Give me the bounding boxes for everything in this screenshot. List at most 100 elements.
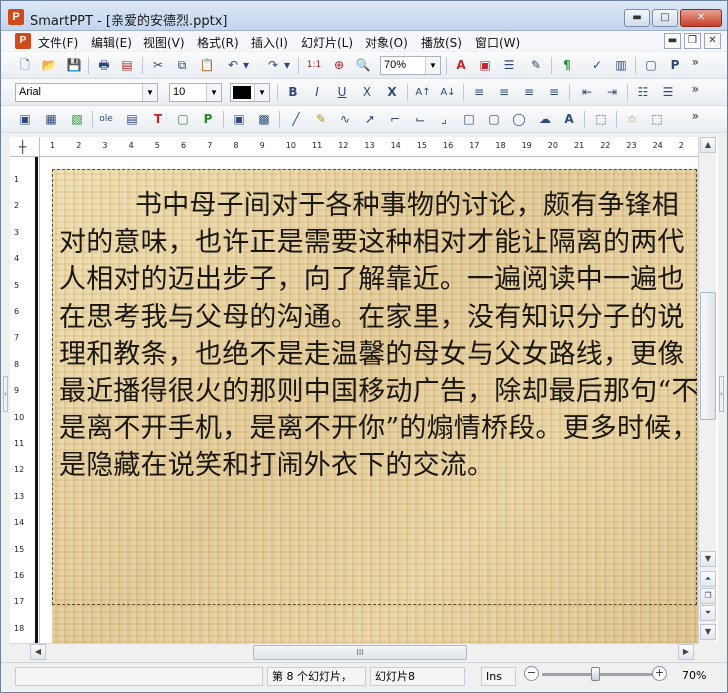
status-insert-mode[interactable]: Ins [481,667,516,686]
horizontal-ruler[interactable]: 1 2 3 4 5 6 7 8 9 10 11 12 13 14 15 16 17 18 19 20 21 22 23 24 2 [40,137,698,157]
p-frame-icon[interactable]: P [665,56,685,75]
pilcrow-icon[interactable]: ¶ [557,56,577,75]
page-up-icon[interactable]: ⏶ [700,571,716,587]
zoom-select[interactable]: 70% ▼ [380,56,441,75]
cut-icon[interactable]: ✂ [148,56,168,75]
strikethrough-icon[interactable]: X [357,83,377,102]
underline-icon[interactable]: U [332,83,352,102]
zoom-out-button[interactable]: − [524,666,539,681]
italic-icon[interactable]: I [307,83,327,102]
autoshape-icon[interactable]: ☁ [535,110,555,129]
menu-view[interactable]: 视图(V) [143,34,185,51]
vertical-scrollbar[interactable]: ▲ ▼ ⏶ ❐ ⏷ ▼ [698,137,716,643]
frame-icon[interactable]: ▢ [641,56,661,75]
indent-icon[interactable]: ⇥ [602,83,622,102]
redo-dropdown-icon[interactable]: ▾ [282,56,292,75]
menu-insert[interactable]: 插入(I) [251,34,288,51]
menu-play[interactable]: 播放(S) [421,34,462,51]
mdi-minimize-button[interactable]: ▬ [664,33,681,49]
zoom-in-button[interactable]: + [652,666,667,681]
elbow-connector-icon[interactable]: ⌙ [410,110,430,129]
list-icon[interactable]: ☰ [499,56,519,75]
more-shapes-icon[interactable]: ⬚ [647,110,667,129]
font-name-select[interactable]: Arial ▼ [15,83,158,102]
document-icon[interactable]: P [15,33,31,49]
align-center-icon[interactable]: ≡ [494,83,514,102]
format-painter-icon[interactable]: ✎ [526,56,546,75]
slide-size-icon[interactable]: 1:1 [304,56,324,75]
bullets-icon[interactable]: ☷ [633,83,653,102]
grow-font-icon[interactable]: A↑ [413,83,433,102]
find-icon[interactable]: 🔍 [353,56,373,75]
align-right-icon[interactable]: ≡ [519,83,539,102]
justify-icon[interactable]: ≡ [544,83,564,102]
export-pdf-icon[interactable]: ▤ [117,56,137,75]
shrink-font-icon[interactable]: A↓ [438,83,458,102]
slide-view-icon[interactable]: ❐ [700,588,716,604]
toolbar-more-icon[interactable]: » [692,82,699,96]
text-color-icon[interactable]: A [451,56,471,75]
star-icon[interactable]: ☆ [622,110,642,129]
minimize-button[interactable]: ▬ [624,9,650,27]
scroll-left-icon[interactable]: ◀ [30,644,46,660]
insert-clip-icon[interactable]: ▩ [254,110,274,129]
undo-icon[interactable]: ↶ [223,56,243,75]
print-icon[interactable]: 🖶 [94,56,114,75]
mdi-restore-button[interactable]: ❐ [684,33,701,49]
toolbar-more-icon[interactable]: » [692,109,699,123]
zoom-tool-icon[interactable]: ⊕ [329,56,349,75]
mdi-close-button[interactable]: ✕ [704,33,721,49]
new-file-icon[interactable]: 🗋 [15,56,35,75]
insert-ole-icon[interactable]: ole [96,110,116,129]
double-strike-icon[interactable]: X [382,83,402,102]
right-pane-grip-icon[interactable]: › [719,376,724,412]
horizontal-scrollbar[interactable]: ◀ III ▶ [10,643,698,660]
scroll-bottom-icon[interactable]: ▼ [700,624,716,640]
curve-icon[interactable]: ∿ [335,110,355,129]
insert-table-icon[interactable]: ▣ [15,110,35,129]
copy-icon[interactable]: ⧉ [172,56,192,75]
font-size-select[interactable]: 10 ▼ [169,83,222,102]
numbering-icon[interactable]: ☰ [658,83,678,102]
arrow-icon[interactable]: ➚ [360,110,380,129]
scroll-down-icon[interactable]: ▼ [700,551,716,567]
insert-media-icon[interactable]: ▣ [229,110,249,129]
insert-frame-icon[interactable]: ▢ [173,110,193,129]
menu-edit[interactable]: 编辑(E) [91,34,132,51]
save-icon[interactable]: 💾 [64,56,84,75]
line-icon[interactable]: ╱ [286,110,306,129]
wordart-icon[interactable]: A [559,110,579,129]
font-color-select[interactable]: ▼ [230,83,270,102]
outdent-icon[interactable]: ⇤ [577,83,597,102]
menu-slide[interactable]: 幻灯片(L) [301,34,353,51]
page-down-icon[interactable]: ⏷ [700,605,716,621]
toolbar-more-icon[interactable]: » [692,55,699,69]
menu-object[interactable]: 对象(O) [365,34,408,51]
scroll-up-icon[interactable]: ▲ [700,137,716,153]
scroll-right-icon[interactable]: ▶ [678,644,694,660]
rounded-rectangle-icon[interactable]: ▢ [484,110,504,129]
horizontal-scroll-thumb[interactable]: III [253,645,467,660]
rectangle-icon[interactable]: □ [459,110,479,129]
zoom-slider-thumb[interactable] [591,667,601,681]
menu-window[interactable]: 窗口(W) [475,34,520,51]
group-icon[interactable]: ⬚ [591,110,611,129]
close-button[interactable]: ✕ [680,9,722,27]
open-folder-icon[interactable]: 📂 [39,56,59,75]
connector-icon[interactable]: ⌐ [385,110,405,129]
zoom-slider-track[interactable] [542,673,660,676]
menu-format[interactable]: 格式(R) [197,34,239,51]
bold-icon[interactable]: B [283,83,303,102]
redo-icon[interactable]: ↷ [263,56,283,75]
chart-icon[interactable]: ▥ [611,56,631,75]
paste-icon[interactable]: 📋 [197,56,217,75]
left-pane-grip-icon[interactable]: ‹ [3,376,8,412]
insert-p-icon[interactable]: P [198,110,218,129]
ellipse-icon[interactable]: ◯ [509,110,529,129]
align-left-icon[interactable]: ≡ [469,83,489,102]
slide-body-text[interactable]: 书中母子间对于各种事物的讨论，颇有争锋相对的意味，也许正是需要这种相对才能让隔离… [59,187,699,485]
insert-object-icon[interactable]: ▤ [122,110,142,129]
vertical-ruler[interactable]: 1 2 3 4 5 6 7 8 9 10 11 12 13 14 15 16 17 18 [10,157,40,643]
pen-icon[interactable]: ✎ [311,110,331,129]
curved-connector-icon[interactable]: ⌟ [434,110,454,129]
